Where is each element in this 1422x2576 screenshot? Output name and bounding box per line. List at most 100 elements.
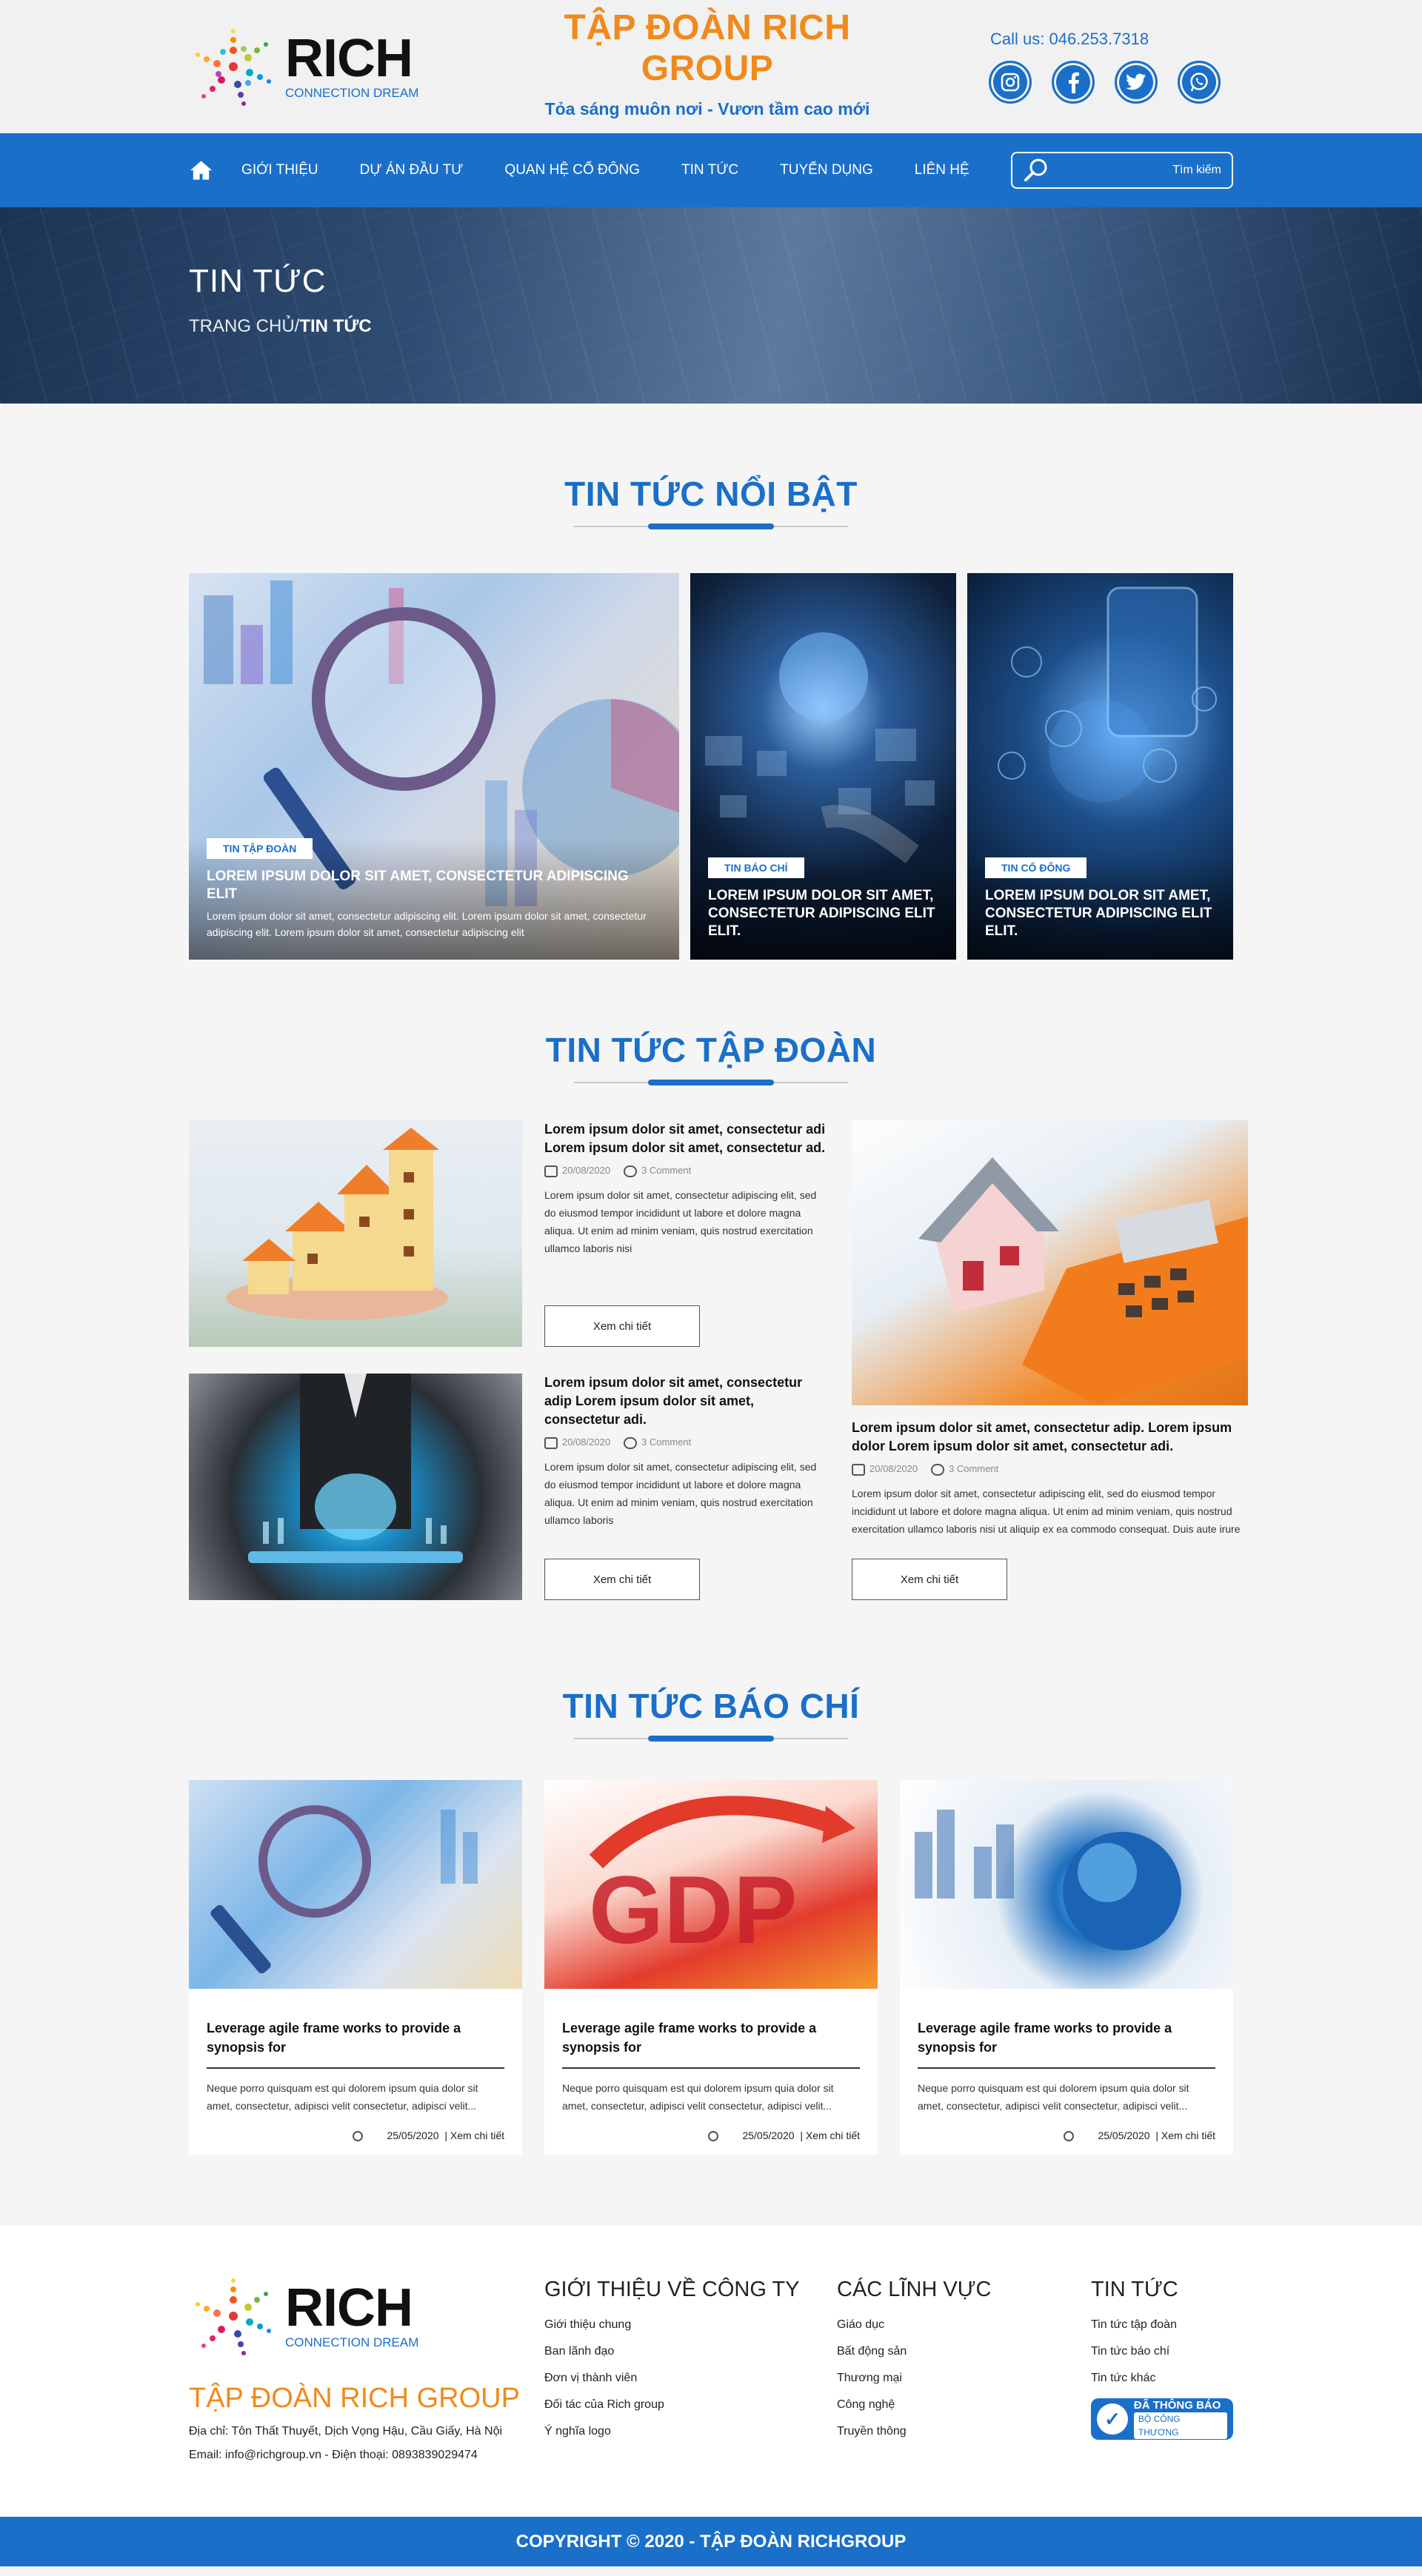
footer-col-about: GIỚI THIỆU VỀ CÔNG TY Giới thiệu chung B… xyxy=(544,2272,837,2462)
news-desc: Lorem ipsum dolor sit amet, consectetur … xyxy=(544,1188,817,1254)
press-date: 25/05/2020 xyxy=(387,2130,439,2141)
gdp-thumbnail[interactable]: GDP xyxy=(544,1780,878,1989)
view-detail-button[interactable]: Xem chi tiết xyxy=(544,1305,700,1347)
house-calculator-image[interactable] xyxy=(852,1120,1248,1405)
date-meta: 20/08/2020 xyxy=(544,1436,610,1449)
press-title[interactable]: Leverage agile frame works to provide a … xyxy=(918,2018,1215,2069)
featured-card-title[interactable]: LOREM IPSUM DOLOR SIT AMET, CONSECTETUR … xyxy=(207,868,661,903)
calendar-icon xyxy=(852,1463,865,1476)
footer-col-fields: CÁC LĨNH VỰC Giáo dục Bất động sản Thươn… xyxy=(837,2272,1091,2462)
site-logo[interactable]: RICH CONNECTION DREAM xyxy=(189,22,426,111)
footer-link[interactable]: Ý nghĩa logo xyxy=(544,2425,837,2438)
title-divider xyxy=(574,1080,848,1085)
nav-item-lien-he[interactable]: LIÊN HỆ xyxy=(915,162,969,178)
globe-thumbnail[interactable] xyxy=(900,1780,1233,1989)
copyright-bar: COPYRIGHT © 2020 - TẬP ĐOÀN RICHGROUP xyxy=(0,2517,1422,2567)
press-card: Leverage agile frame works to provide a … xyxy=(189,1780,522,2155)
nav-item-gioi-thieu[interactable]: GIỚI THIỆU xyxy=(241,162,318,178)
businessman-tablet-image[interactable] xyxy=(189,1374,522,1600)
featured-card[interactable]: TIN CỔ ĐÔNG LOREM IPSUM DOLOR SIT AMET, … xyxy=(967,573,1233,960)
footer-link[interactable]: Giáo dục xyxy=(837,2318,1091,2332)
date-meta: 20/08/2020 xyxy=(544,1165,610,1177)
ministry-registered-badge[interactable]: ✓ ĐÃ THÔNG BÁO BỘ CÔNG THƯƠNG xyxy=(1091,2398,1233,2440)
date-meta: 20/08/2020 xyxy=(852,1463,918,1476)
press-news-title: TIN TỨC BÁO CHÍ xyxy=(562,1687,860,1725)
comment-icon xyxy=(624,1436,638,1449)
featured-title: TIN TỨC NỔI BẬT xyxy=(564,475,858,513)
footer-address: Địa chỉ: Tôn Thất Thuyết, Dịch Vọng Hậu,… xyxy=(189,2425,503,2438)
featured-card-desc: Lorem ipsum dolor sit amet, consectetur … xyxy=(207,910,647,938)
footer-link[interactable]: Đối tác của Rich group xyxy=(544,2398,837,2412)
clock-icon xyxy=(708,2131,719,2142)
featured-card[interactable]: TIN BÁO CHÍ LOREM IPSUM DOLOR SIT AMET, … xyxy=(690,573,956,960)
featured-card-title[interactable]: LOREM IPSUM DOLOR SIT AMET, CONSECTETUR … xyxy=(985,887,1215,940)
view-detail-button[interactable]: Xem chi tiết xyxy=(544,1559,700,1600)
logo-main-text: RICH xyxy=(285,29,413,88)
search-icon[interactable] xyxy=(1023,157,1049,184)
breadcrumb: TRANG CHỦ/TIN TỨC xyxy=(189,316,1233,337)
news-title[interactable]: Lorem ipsum dolor sit amet, consectetur … xyxy=(544,1120,830,1157)
news-title[interactable]: Lorem ipsum dolor sit amet, consectetur … xyxy=(852,1419,1248,1456)
news-title[interactable]: Lorem ipsum dolor sit amet, consectetur … xyxy=(544,1374,830,1429)
breadcrumb-home[interactable]: TRANG CHỦ/ xyxy=(189,316,299,336)
featured-card[interactable]: TIN TẬP ĐOÀN LOREM IPSUM DOLOR SIT AMET,… xyxy=(189,573,679,960)
footer-link[interactable]: Tin tức tập đoàn xyxy=(1091,2318,1233,2332)
home-icon[interactable] xyxy=(189,159,213,181)
page-banner: TIN TỨC TRANG CHỦ/TIN TỨC xyxy=(0,207,1422,404)
footer-link[interactable]: Giới thiệu chung xyxy=(544,2318,837,2332)
press-detail-link[interactable]: | Xem chi tiết xyxy=(1155,2130,1215,2141)
footer-link[interactable]: Truyền thông xyxy=(837,2425,1091,2438)
footer-link[interactable]: Ban lãnh đạo xyxy=(544,2345,837,2358)
whatsapp-icon[interactable] xyxy=(1178,61,1221,104)
footer-col-title: GIỚI THIỆU VỀ CÔNG TY xyxy=(544,2278,800,2302)
press-detail-link[interactable]: | Xem chi tiết xyxy=(444,2130,504,2141)
main-nav: GIỚI THIỆU DỰ ÁN ĐẦU TƯ QUAN HỆ CỔ ĐÔNG … xyxy=(0,133,1422,207)
view-detail-button[interactable]: Xem chi tiết xyxy=(852,1559,1007,1600)
twitter-icon[interactable] xyxy=(1115,61,1158,104)
nav-item-tuyen-dung[interactable]: TUYỂN DỤNG xyxy=(780,162,873,178)
house-hand-image[interactable] xyxy=(189,1120,522,1347)
footer-link[interactable]: Bất động sản xyxy=(837,2345,1091,2358)
brand-title: TẬP ĐOÀN RICH GROUP xyxy=(564,7,851,88)
nav-item-quan-he-co-dong[interactable]: QUAN HỆ CỔ ĐÔNG xyxy=(504,162,640,178)
logo-sub-text: CONNECTION DREAM xyxy=(285,2335,419,2350)
page-title: TIN TỨC xyxy=(189,263,327,299)
comment-meta[interactable]: 3 Comment xyxy=(624,1165,691,1177)
category-tag[interactable]: TIN BÁO CHÍ xyxy=(708,857,804,878)
search-input[interactable] xyxy=(1058,164,1221,177)
badge-title: ĐÃ THÔNG BÁO xyxy=(1133,2399,1221,2412)
title-divider xyxy=(574,523,848,529)
comment-meta[interactable]: 3 Comment xyxy=(931,1463,998,1476)
press-title[interactable]: Leverage agile frame works to provide a … xyxy=(207,2018,504,2069)
calendar-icon xyxy=(544,1165,558,1177)
press-detail-link[interactable]: | Xem chi tiết xyxy=(800,2130,860,2141)
magnifier-chart-thumbnail[interactable] xyxy=(189,1780,522,1989)
group-news-section: TIN TỨC TẬP ĐOÀN Lorem ipsum dolor sit a… xyxy=(189,1030,1248,1627)
press-title[interactable]: Leverage agile frame works to provide a … xyxy=(562,2018,860,2069)
press-date: 25/05/2020 xyxy=(742,2130,795,2141)
nav-item-du-an-dau-tu[interactable]: DỰ ÁN ĐẦU TƯ xyxy=(360,162,464,178)
logo-swirl-icon xyxy=(196,2278,271,2356)
footer-link[interactable]: Đơn vị thành viên xyxy=(544,2372,837,2385)
footer-contact: Email: info@richgroup.vn - Điện thoại: 0… xyxy=(189,2449,478,2462)
footer-link[interactable]: Thương mại xyxy=(837,2372,1091,2385)
footer-link[interactable]: Tin tức báo chí xyxy=(1091,2345,1233,2358)
footer-logo[interactable]: RICH CONNECTION DREAM xyxy=(189,2272,544,2361)
instagram-icon[interactable] xyxy=(989,61,1032,104)
featured-card-title[interactable]: LOREM IPSUM DOLOR SIT AMET, CONSECTETUR … xyxy=(708,887,938,940)
facebook-icon[interactable] xyxy=(1052,61,1095,104)
comment-meta[interactable]: 3 Comment xyxy=(624,1436,691,1449)
footer-brand: TẬP ĐOÀN RICH GROUP xyxy=(189,2383,520,2415)
footer-link[interactable]: Công nghệ xyxy=(837,2398,1091,2412)
nav-item-tin-tuc[interactable]: TIN TỨC xyxy=(681,162,738,178)
category-tag[interactable]: TIN TẬP ĐOÀN xyxy=(207,838,313,859)
footer-link[interactable]: Tin tức khác xyxy=(1091,2372,1233,2385)
category-tag[interactable]: TIN CỔ ĐÔNG xyxy=(985,857,1087,878)
press-desc: Neque porro quisquam est qui dolorem ips… xyxy=(918,2082,1189,2112)
search-box xyxy=(1010,152,1233,189)
footer-company-info: RICH CONNECTION DREAM TẬP ĐOÀN RICH GROU… xyxy=(189,2272,544,2462)
footer-col-title: TIN TỨC xyxy=(1091,2278,1178,2302)
featured-section: TIN TỨC NỔI BẬT TIN TẬP ĐOÀN LOREM IPSUM… xyxy=(189,474,1233,960)
group-news-item: Lorem ipsum dolor sit amet, consectetur … xyxy=(544,1374,830,1600)
press-desc: Neque porro quisquam est qui dolorem ips… xyxy=(207,2082,478,2112)
